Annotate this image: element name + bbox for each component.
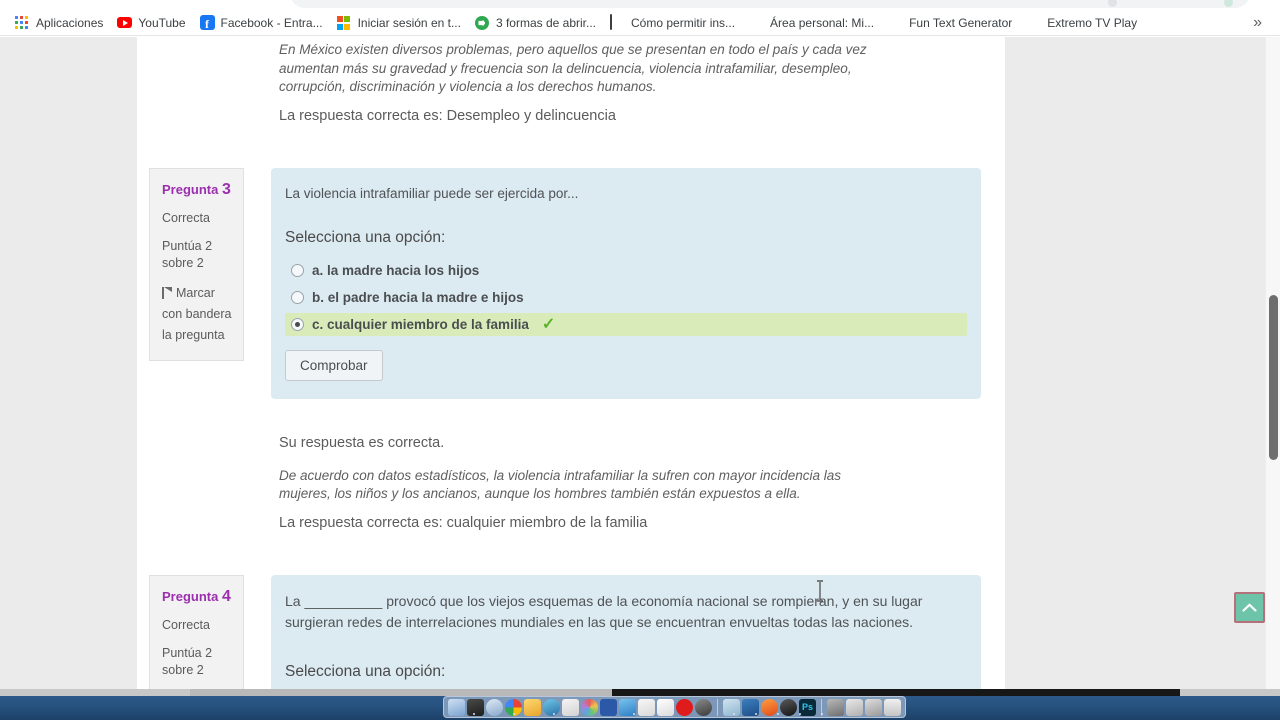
flag-icon <box>162 286 172 299</box>
feedback-explanation: En México existen diversos problemas, pe… <box>279 42 867 95</box>
feedback-correct-answer: La respuesta correcta es: cualquier miem… <box>279 514 648 531</box>
dock-icon-trash[interactable] <box>884 698 901 716</box>
bookmark-label: YouTube <box>138 15 186 30</box>
previous-question-feedback: En México existen diversos problemas, pe… <box>137 37 1005 126</box>
flag-label: Marcar con bandera la pregunta <box>162 285 232 342</box>
window-bottom-edge <box>0 689 1280 696</box>
question-label: Pregunta <box>162 588 219 604</box>
bookmark-3-formas-de-abrir[interactable]: 3 formas de abrir... <box>468 12 603 34</box>
radio-icon[interactable] <box>291 263 304 277</box>
feedback-correct-answer: La respuesta correcta es: Desempleo y de… <box>279 107 616 124</box>
question-3-status: Correcta <box>162 210 210 225</box>
question-3-option-b[interactable]: b. el padre hacia la madre e hijos <box>285 286 967 309</box>
radio-icon-selected[interactable] <box>291 317 304 331</box>
bookmark-label: 3 formas de abrir... <box>495 15 597 30</box>
green-circle-icon <box>474 15 490 30</box>
bookmark-area-personal[interactable]: Área personal: Mi... <box>742 12 881 34</box>
question-number: 4 <box>221 587 231 605</box>
question-label: Pregunta <box>162 181 219 197</box>
question-3-prompt: Selecciona una opción: <box>285 228 446 246</box>
question-3-flag-toggle[interactable]: Marcar con bandera la pregunta <box>162 283 233 346</box>
youtube-icon <box>117 15 133 30</box>
bookmark-como-permitir-ins[interactable]: Cómo permitir ins... <box>603 12 742 34</box>
question-3-body: La violencia intrafamiliar puede ser eje… <box>271 167 981 399</box>
page-scrollbar-thumb[interactable] <box>1269 295 1278 460</box>
fun-text-icon <box>888 15 903 30</box>
dock-running-indicators <box>443 713 833 717</box>
bookmarks-overflow-button[interactable]: » <box>1243 14 1272 32</box>
question-3: Pregunta 3 Correcta Puntúa 2 sobre 2 Mar… <box>137 167 1005 399</box>
extremo-tv-icon <box>1026 15 1041 30</box>
apps-grid-icon <box>15 15 30 30</box>
question-number: 3 <box>221 180 231 198</box>
question-3-feedback: Su respuesta es correcta. De acuerdo con… <box>137 433 1005 533</box>
address-bar[interactable] <box>290 0 1250 8</box>
bookmarks-bar: Aplicaciones YouTube f Facebook - Entra.… <box>0 10 1280 36</box>
feedback-status: Su respuesta es correcta. <box>279 434 445 451</box>
question-3-text: La violencia intrafamiliar puede ser eje… <box>285 185 579 201</box>
bookmark-label: Aplicaciones <box>36 15 104 30</box>
correct-check-icon: ✓ <box>541 315 556 333</box>
bookmark-label: Área personal: Mi... <box>770 15 875 30</box>
question-3-info-panel: Pregunta 3 Correcta Puntúa 2 sobre 2 Mar… <box>149 167 244 361</box>
bookmark-fun-text-generator[interactable]: Fun Text Generator <box>881 12 1019 34</box>
question-4-prompt: Selecciona una opción: <box>285 662 446 680</box>
shield-icon <box>610 14 625 30</box>
bookmark-youtube[interactable]: YouTube <box>110 12 192 34</box>
question-4-status: Correcta <box>162 617 210 632</box>
bookmark-facebook[interactable]: f Facebook - Entra... <box>193 12 330 34</box>
globe-icon <box>749 15 764 30</box>
option-label: c. cualquier miembro de la familia <box>312 316 529 332</box>
page-scrollbar-track[interactable] <box>1265 37 1280 689</box>
question-4-body: La __________ provocó que los viejos esq… <box>271 574 981 689</box>
option-label: b. el padre hacia la madre e hijos <box>312 289 524 305</box>
feedback-explanation: De acuerdo con datos estadísticos, la vi… <box>279 467 842 502</box>
page-viewport: En México existen diversos problemas, pe… <box>0 37 1280 689</box>
facebook-icon: f <box>199 15 215 30</box>
question-4-heading: Pregunta 4 <box>162 588 233 606</box>
bookmark-label: Iniciar sesión en t... <box>357 15 461 30</box>
bookmark-extremo-tv-play[interactable]: Extremo TV Play <box>1019 12 1144 34</box>
option-label: a. la madre hacia los hijos <box>312 262 480 278</box>
dock-icon-window-2[interactable] <box>846 698 863 716</box>
question-3-score: Puntúa 2 sobre 2 <box>162 238 213 270</box>
question-4-text: La __________ provocó que los viejos esq… <box>285 592 923 630</box>
question-4: Pregunta 4 Correcta Puntúa 2 sobre 2 Mar… <box>137 574 1005 689</box>
bookmark-iniciar-sesion[interactable]: Iniciar sesión en t... <box>330 12 468 34</box>
bookmark-label: Facebook - Entra... <box>220 15 323 30</box>
microsoft-icon <box>336 15 352 30</box>
question-4-info-panel: Pregunta 4 Correcta Puntúa 2 sobre 2 Mar… <box>149 574 244 689</box>
question-3-option-a[interactable]: a. la madre hacia los hijos <box>285 259 967 282</box>
chevron-up-icon <box>1242 603 1257 612</box>
question-4-score: Puntúa 2 sobre 2 <box>162 645 213 677</box>
question-3-option-c[interactable]: c. cualquier miembro de la familia ✓ <box>285 312 967 336</box>
radio-icon[interactable] <box>291 290 304 304</box>
check-answer-button[interactable]: Comprobar <box>285 349 383 381</box>
scroll-to-top-button[interactable] <box>1234 592 1265 623</box>
bookmark-label: Fun Text Generator <box>909 15 1013 30</box>
quiz-page: En México existen diversos problemas, pe… <box>137 37 1005 689</box>
bookmark-label: Cómo permitir ins... <box>631 15 736 30</box>
question-3-heading: Pregunta 3 <box>162 181 233 199</box>
browser-omnibox-sliver <box>0 0 1280 10</box>
dock-icon-window-3[interactable] <box>865 698 882 716</box>
bookmark-label: Extremo TV Play <box>1047 15 1138 30</box>
bookmark-aplicaciones[interactable]: Aplicaciones <box>8 12 110 34</box>
